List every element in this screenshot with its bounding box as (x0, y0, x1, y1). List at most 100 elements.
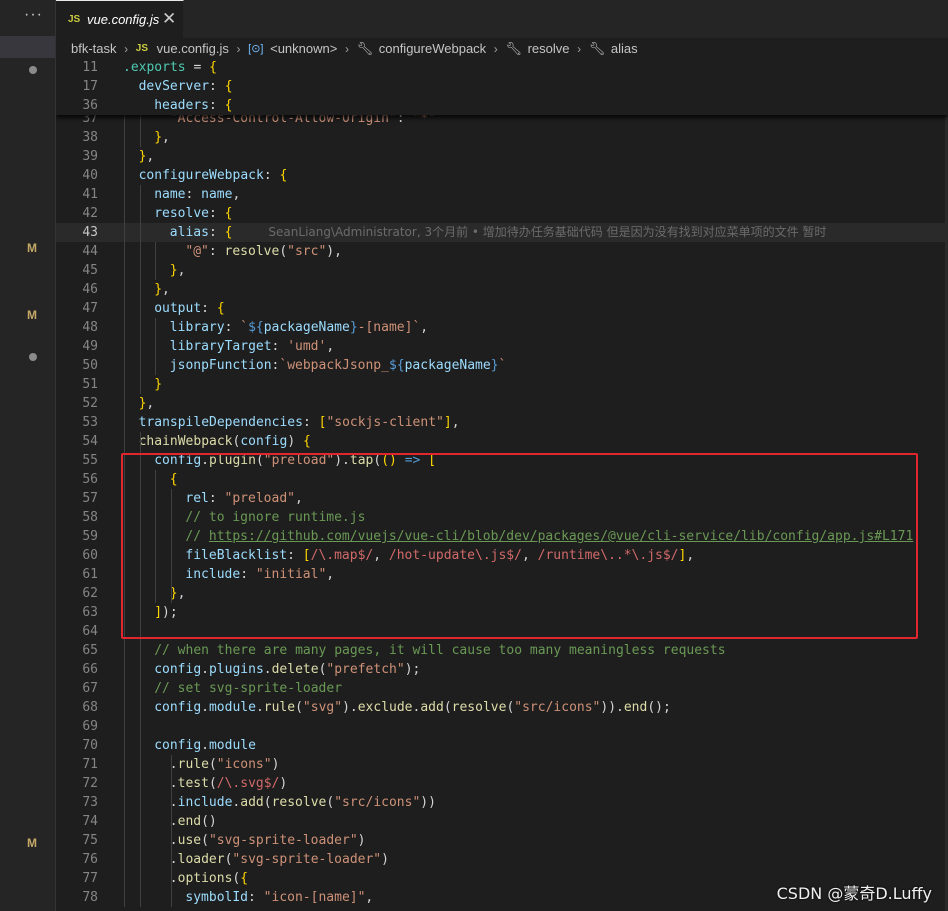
breadcrumb-item[interactable]: resolve (528, 38, 570, 60)
line-number: 63 (82, 605, 98, 620)
code-token: library (169, 320, 225, 335)
code-token: , (365, 890, 374, 905)
code-line[interactable]: 46}, (56, 280, 948, 299)
code-token: rule (177, 757, 209, 772)
indent-guide (170, 755, 172, 907)
code-line[interactable]: 49 libraryTarget: 'umd', (56, 337, 948, 356)
breadcrumb-item[interactable]: alias (611, 38, 638, 60)
code-token: , (146, 149, 155, 164)
code-text: symbolId: "icon-[name]", (185, 888, 373, 907)
code-line[interactable]: 50 jsonpFunction:`webpackJsonp_${packageN… (56, 356, 948, 375)
code-text: .include.add(resolve("src/icons")) (170, 793, 436, 812)
line-number: 57 (82, 491, 98, 506)
code-token: ( (279, 244, 288, 259)
line-number: 43 (82, 225, 98, 240)
code-token: devServer (138, 79, 210, 94)
code-token: . (201, 738, 209, 753)
code-line[interactable]: 43 alias: {SeanLiang\Administrator, 3个月前 … (56, 223, 948, 242)
code-line[interactable]: 36 headers: { (56, 96, 948, 115)
line-number: 48 (82, 320, 98, 335)
breadcrumb-item[interactable]: configureWebpack (379, 38, 486, 60)
explorer-sidebar: ··· M M M (0, 0, 56, 911)
code-line[interactable]: 53 transpileDependencies: ["sockjs-client… (56, 413, 948, 432)
code-line[interactable]: 47 output: { (56, 299, 948, 318)
line-number: 54 (82, 434, 98, 449)
line-number: 47 (82, 301, 98, 316)
wrench-icon: 🔧︎ (356, 41, 374, 56)
sticky-scroll-header[interactable]: 11 .exports = {17 devServer: {36 headers: { (56, 58, 948, 115)
code-line[interactable]: 40 configureWebpack: { (56, 166, 948, 185)
code-text: // set svg-sprite-loader (154, 679, 342, 698)
code-text: alias: {SeanLiang\Administrator, 3个月前 • … (170, 223, 827, 242)
code-line[interactable]: 42 resolve: { (56, 204, 948, 223)
chevron-right-icon: › (236, 42, 241, 56)
selected-file-row[interactable] (0, 36, 55, 58)
breadcrumb: bfk-task › JS vue.config.js › [⊙] <unkno… (56, 38, 948, 60)
code-line[interactable]: 44 "@": resolve("src"), (56, 242, 948, 261)
code-text: config.plugins.delete("prefetch"); (154, 660, 420, 679)
breadcrumb-item[interactable]: bfk-task (71, 38, 117, 60)
code-token: : (208, 244, 225, 259)
code-token: } (490, 358, 499, 373)
code-text: .rule("icons") (170, 755, 280, 774)
code-text: config.module (154, 736, 256, 755)
line-number: 69 (82, 719, 98, 734)
code-token: "icon-[name]" (263, 890, 366, 905)
breadcrumb-item[interactable]: <unknown> (270, 38, 337, 60)
indent-guide (139, 185, 141, 394)
code-token: { (224, 79, 233, 94)
code-token: config (240, 434, 288, 449)
code-line[interactable]: 73 .include.add(resolve("src/icons")) (56, 793, 948, 812)
tab-vue-config[interactable]: JS vue.config.js ✕ (56, 0, 184, 38)
code-token: "svg-sprite-loader" (208, 833, 358, 848)
code-line[interactable]: 41 name: name, (56, 185, 948, 204)
code-token: , (420, 320, 429, 335)
code-text: jsonpFunction:`webpackJsonp_${packageNam… (170, 356, 507, 375)
code-token: } (169, 263, 178, 278)
code-token: output (154, 301, 202, 316)
code-token: packageName (263, 320, 350, 335)
code-token: , (162, 130, 170, 145)
code-line[interactable]: 74 .end() (56, 812, 948, 831)
code-line[interactable]: 68 config.module.rule("svg").exclude.add(… (56, 698, 948, 717)
code-token: "sockjs-client" (326, 415, 444, 430)
code-line[interactable]: 72 .test(/\.svg$/) (56, 774, 948, 793)
code-token: options (177, 871, 233, 886)
code-line[interactable]: 17 devServer: { (56, 77, 948, 96)
code-token: rule (263, 700, 296, 715)
code-line[interactable]: 45}, (56, 261, 948, 280)
code-token: "svg-sprite-loader" (232, 852, 382, 867)
code-token: /\.svg$/ (216, 776, 280, 791)
code-token: config (154, 662, 202, 677)
code-token: ] (443, 415, 452, 430)
code-token: plugins (208, 662, 264, 677)
code-line[interactable]: 71 .rule("icons") (56, 755, 948, 774)
code-line[interactable]: 70 config.module (56, 736, 948, 755)
code-token: `webpackJsonp_ (279, 358, 389, 373)
code-token: () (201, 814, 217, 829)
code-token: . (255, 700, 264, 715)
code-line[interactable]: 52}, (56, 394, 948, 413)
more-actions-icon[interactable]: ··· (24, 6, 43, 24)
line-number: 66 (82, 662, 98, 677)
code-text: } (154, 375, 162, 394)
code-token: resolve (271, 795, 327, 810)
line-number: 36 (82, 98, 98, 113)
code-line[interactable]: 51} (56, 375, 948, 394)
close-icon[interactable]: ✕ (162, 9, 176, 29)
code-line[interactable]: 39}, (56, 147, 948, 166)
code-line[interactable]: 76 .loader("svg-sprite-loader") (56, 850, 948, 869)
code-line[interactable]: 48 library: `${packageName}-[name]`, (56, 318, 948, 337)
code-line[interactable]: 11 .exports = { (56, 58, 948, 77)
line-number: 40 (82, 168, 98, 183)
code-line[interactable]: 54 chainWebpack(config) { (56, 432, 948, 451)
code-line[interactable]: 65 // when there are many pages, it will … (56, 641, 948, 660)
code-line[interactable]: 38}, (56, 128, 948, 147)
code-line[interactable]: 67 // set svg-sprite-loader (56, 679, 948, 698)
code-line[interactable]: 75 .use("svg-sprite-loader") (56, 831, 948, 850)
code-line[interactable]: 69 (56, 717, 948, 736)
breadcrumb-item[interactable]: vue.config.js (157, 38, 229, 60)
code-token: . (201, 662, 209, 677)
code-line[interactable]: 66 config.plugins.delete("prefetch"); (56, 660, 948, 679)
code-token: module (208, 700, 256, 715)
